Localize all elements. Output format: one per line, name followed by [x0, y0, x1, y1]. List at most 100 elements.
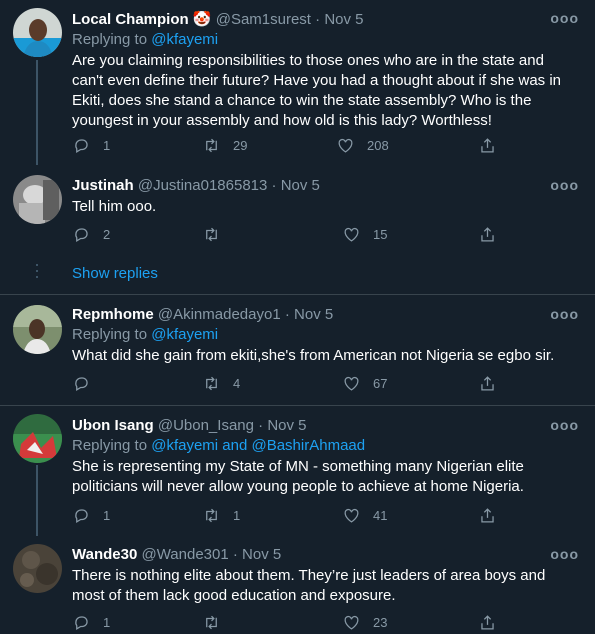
like-icon	[338, 138, 353, 153]
share-button[interactable]	[478, 225, 497, 244]
display-name[interactable]: Wande30	[72, 546, 137, 563]
like-icon	[344, 615, 359, 630]
thread-line	[36, 465, 38, 536]
like-count: 208	[367, 138, 389, 153]
display-name[interactable]: Repmhome	[72, 306, 154, 323]
like-count: 15	[373, 227, 388, 242]
like-button[interactable]: 67	[342, 374, 387, 393]
show-replies-link[interactable]: Show replies	[72, 265, 158, 282]
retweet-count: 29	[233, 138, 248, 153]
replying-to: Replying to @kfayemi	[72, 326, 218, 343]
tweet-actions: 1 23	[72, 613, 577, 633]
tweet-actions: 4 67	[72, 374, 577, 394]
share-icon	[481, 615, 494, 630]
reply-count: 1	[103, 508, 111, 523]
like-icon	[344, 376, 359, 391]
more-icon[interactable]: ooo	[550, 417, 579, 433]
handle[interactable]: @Justina01865813	[138, 177, 268, 194]
separator: ·	[315, 11, 321, 28]
display-name[interactable]: Ubon Isang	[72, 417, 154, 434]
like-icon	[344, 508, 359, 523]
avatar[interactable]	[13, 305, 62, 354]
share-button[interactable]	[478, 506, 497, 525]
separator: ·	[284, 306, 290, 323]
tweet-header: Wande30 @Wande301 · Nov 5	[72, 546, 281, 563]
retweet-icon	[206, 376, 217, 391]
handle[interactable]: @Wande301	[141, 546, 228, 563]
replying-to-link[interactable]: @kfayemi	[151, 326, 218, 343]
share-button[interactable]	[478, 136, 497, 155]
replying-to-label: Replying to	[72, 31, 148, 48]
reply-button[interactable]	[72, 374, 103, 393]
like-button[interactable]: 208	[336, 136, 389, 155]
share-icon	[481, 227, 494, 242]
display-name[interactable]: Local Champion	[72, 11, 189, 28]
share-icon	[481, 508, 494, 523]
thread-dots	[36, 264, 38, 282]
handle[interactable]: @Akinmadedayo1	[158, 306, 281, 323]
reply-button[interactable]: 1	[72, 506, 110, 525]
replying-to: Replying to @kfayemi and @BashirAhmaad	[72, 437, 365, 454]
share-button[interactable]	[478, 374, 497, 393]
reply-count: 1	[103, 615, 111, 630]
avatar[interactable]	[13, 414, 62, 463]
tweet-actions: 2 15	[72, 225, 577, 245]
like-count: 67	[373, 376, 388, 391]
more-icon[interactable]: ooo	[550, 306, 579, 322]
share-icon	[481, 138, 494, 153]
replying-to-link[interactable]: @kfayemi	[151, 31, 218, 48]
reply-count: 2	[103, 227, 111, 242]
retweet-icon	[206, 508, 217, 523]
reply-button[interactable]: 1	[72, 136, 110, 155]
clown-emoji: 🤡	[192, 11, 212, 28]
retweet-button[interactable]: 4	[202, 374, 240, 393]
share-icon	[481, 376, 494, 391]
retweet-button[interactable]: 29	[202, 136, 247, 155]
timestamp[interactable]: Nov 5	[267, 417, 306, 434]
more-icon[interactable]: ooo	[550, 177, 579, 193]
avatar[interactable]	[13, 544, 62, 593]
retweet-icon	[206, 615, 217, 630]
reply-button[interactable]: 2	[72, 225, 110, 244]
replying-to-link[interactable]: @kfayemi and @BashirAhmaad	[151, 437, 365, 454]
retweet-button[interactable]	[202, 613, 233, 632]
retweet-button[interactable]: 1	[202, 506, 240, 525]
like-count: 41	[373, 508, 388, 523]
display-name[interactable]: Justinah	[72, 177, 134, 194]
replying-to-label: Replying to	[72, 437, 148, 454]
like-count: 23	[373, 615, 388, 630]
tweet-text: Are you claiming responsibilities to tho…	[72, 52, 562, 129]
share-button[interactable]	[478, 613, 497, 632]
separator: ·	[232, 546, 238, 563]
tweet-local-champion[interactable]: Local Champion 🤡 @Sam1surest · Nov 5 ooo…	[0, 0, 595, 165]
handle[interactable]: @Sam1surest	[216, 11, 311, 28]
tweet-header: Ubon Isang @Ubon_Isang · Nov 5	[72, 417, 307, 434]
reply-button[interactable]: 1	[72, 613, 110, 632]
like-button[interactable]: 41	[342, 506, 387, 525]
handle[interactable]: @Ubon_Isang	[158, 417, 254, 434]
tweet-header: Local Champion 🤡 @Sam1surest · Nov 5	[72, 10, 364, 28]
like-button[interactable]: 23	[342, 613, 387, 632]
like-button[interactable]: 15	[342, 225, 387, 244]
reply-icon	[75, 509, 88, 523]
timestamp[interactable]: Nov 5	[324, 11, 363, 28]
tweet-header: Repmhome @Akinmadedayo1 · Nov 5	[72, 306, 333, 323]
more-icon[interactable]: ooo	[550, 10, 579, 26]
tweet-ubon-isang[interactable]: Ubon Isang @Ubon_Isang · Nov 5 ooo Reply…	[0, 406, 595, 536]
retweet-count: 4	[233, 376, 241, 391]
timestamp[interactable]: Nov 5	[281, 177, 320, 194]
replying-to: Replying to @kfayemi	[72, 31, 218, 48]
tweet-text: There is nothing elite about them. They’…	[72, 567, 546, 604]
reply-count: 1	[103, 138, 111, 153]
timestamp[interactable]: Nov 5	[294, 306, 333, 323]
tweet-repmhome[interactable]: Repmhome @Akinmadedayo1 · Nov 5 ooo Repl…	[0, 295, 595, 405]
thread-line	[36, 60, 38, 165]
more-icon[interactable]: ooo	[550, 546, 579, 562]
like-icon	[344, 227, 359, 242]
avatar[interactable]	[13, 8, 62, 57]
tweet-actions: 1 1 41	[72, 506, 577, 526]
avatar[interactable]	[13, 175, 62, 224]
retweet-button[interactable]	[202, 225, 233, 244]
tweet-wande30[interactable]: Wande30 @Wande301 · Nov 5 ooo There is n…	[0, 536, 595, 634]
timestamp[interactable]: Nov 5	[242, 546, 281, 563]
